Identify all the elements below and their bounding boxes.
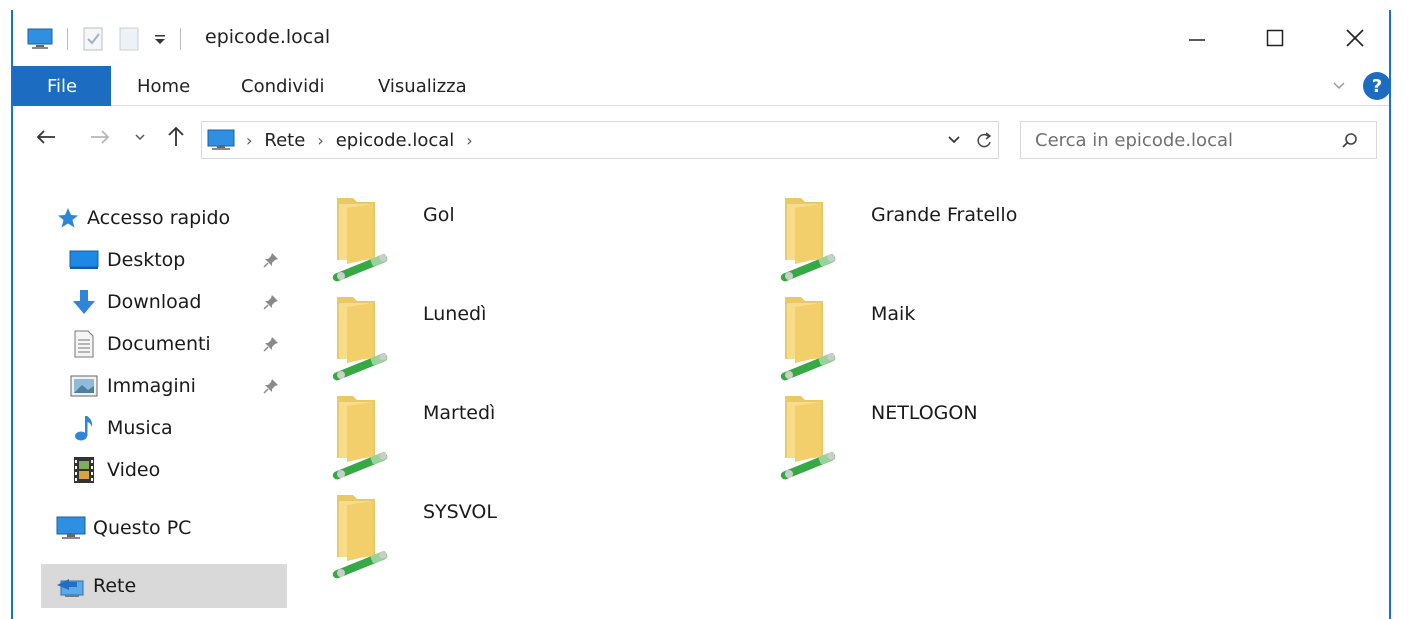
nav-video[interactable]: Video — [69, 452, 160, 488]
address-history-chevron-icon[interactable] — [944, 130, 964, 150]
refresh-icon[interactable] — [972, 128, 996, 152]
recent-locations-chevron-icon[interactable] — [129, 122, 151, 152]
tab-view[interactable]: Visualizza — [378, 66, 467, 106]
computer-icon[interactable] — [25, 24, 55, 54]
back-button[interactable] — [31, 122, 61, 152]
star-icon — [55, 203, 81, 233]
nav-documents[interactable]: Documenti — [69, 326, 211, 362]
customize-toolbar-icon[interactable] — [150, 25, 170, 53]
document-icon — [69, 329, 99, 359]
search-icon[interactable] — [1339, 130, 1361, 152]
new-folder-icon[interactable] — [116, 25, 142, 53]
window-title: epicode.local — [205, 26, 331, 48]
pin-icon[interactable] — [261, 292, 281, 312]
search-input[interactable]: Cerca in epicode.local — [1020, 121, 1377, 159]
nav-item-label: Documenti — [107, 333, 211, 355]
share-name: NETLOGON — [871, 402, 978, 424]
tab-file[interactable]: File — [13, 66, 111, 106]
share-name: Lunedì — [423, 303, 487, 325]
nav-item-label: Immagini — [107, 375, 196, 397]
network-icon — [55, 571, 87, 601]
nav-item-label: Rete — [93, 575, 137, 597]
share-name: Martedì — [423, 402, 496, 424]
tab-home[interactable]: Home — [137, 66, 190, 106]
shared-folder-icon — [775, 194, 845, 284]
maximize-button[interactable] — [1247, 18, 1303, 58]
nav-item-label: Musica — [107, 417, 173, 439]
nav-item-label: Desktop — [107, 249, 186, 271]
content-area: Gol Grande Fratello Lunedì Maik Martedì — [295, 168, 1391, 619]
nav-desktop[interactable]: Desktop — [69, 242, 185, 278]
navigation-bar: › Rete › epicode.local › Cerca in epicod… — [13, 114, 1389, 162]
breadcrumb-separator-icon[interactable]: › — [246, 131, 252, 150]
shared-folder-icon — [327, 392, 397, 482]
pin-icon[interactable] — [261, 376, 281, 396]
close-button[interactable] — [1327, 18, 1383, 58]
share-item[interactable]: Maik — [775, 293, 1205, 385]
share-item[interactable]: SYSVOL — [327, 491, 757, 583]
breadcrumb-network[interactable]: Rete — [264, 130, 305, 151]
nav-item-label: Accesso rapido — [87, 207, 231, 229]
share-name: Grande Fratello — [871, 204, 1018, 226]
shared-folder-icon — [327, 293, 397, 383]
expand-ribbon-chevron-icon[interactable] — [1329, 76, 1349, 96]
share-name: SYSVOL — [423, 501, 497, 523]
share-item[interactable]: Martedì — [327, 392, 757, 484]
film-icon — [69, 455, 99, 485]
download-arrow-icon — [69, 287, 99, 317]
shared-folder-icon — [775, 293, 845, 383]
nav-item-label: Download — [107, 291, 202, 313]
toolbar-separator — [180, 28, 181, 50]
nav-item-label: Video — [107, 459, 161, 481]
pin-icon[interactable] — [261, 250, 281, 270]
nav-network[interactable]: Rete — [41, 564, 287, 608]
breadcrumb-separator-icon[interactable]: › — [466, 131, 472, 150]
nav-item-label: Questo PC — [93, 517, 192, 539]
computer-icon — [206, 128, 236, 152]
nav-music[interactable]: Musica — [69, 410, 173, 446]
music-note-icon — [69, 413, 99, 443]
desktop-icon — [69, 245, 99, 275]
help-icon[interactable]: ? — [1363, 72, 1391, 100]
explorer-window: epicode.local File Home Condividi Visual… — [11, 10, 1391, 619]
pin-icon[interactable] — [261, 334, 281, 354]
shared-folder-icon — [327, 194, 397, 284]
title-bar: epicode.local — [13, 10, 1389, 66]
share-name: Gol — [423, 204, 455, 226]
breadcrumb-separator-icon[interactable]: › — [317, 131, 323, 150]
image-icon — [69, 371, 99, 401]
computer-icon — [55, 513, 87, 543]
breadcrumb-domain[interactable]: epicode.local — [336, 130, 455, 151]
up-button[interactable] — [161, 122, 191, 152]
share-item[interactable]: Gol — [327, 194, 757, 286]
minimize-button[interactable] — [1169, 18, 1225, 58]
shared-folder-icon — [327, 491, 397, 581]
share-name: Maik — [871, 303, 916, 325]
shared-folder-icon — [775, 392, 845, 482]
address-bar[interactable]: › Rete › epicode.local › — [201, 121, 999, 159]
navigation-pane: Accesso rapido Desktop Download Document… — [13, 168, 293, 619]
share-item[interactable]: NETLOGON — [775, 392, 1205, 484]
nav-this-pc[interactable]: Questo PC — [55, 510, 191, 546]
tab-share[interactable]: Condividi — [241, 66, 325, 106]
forward-button[interactable] — [85, 122, 115, 152]
nav-pictures[interactable]: Immagini — [69, 368, 196, 404]
quick-access-toolbar — [25, 24, 181, 54]
nav-download[interactable]: Download — [69, 284, 201, 320]
share-item[interactable]: Grande Fratello — [775, 194, 1205, 286]
ribbon: File Home Condividi Visualizza ? — [13, 66, 1391, 106]
nav-quick-access[interactable]: Accesso rapido — [55, 200, 230, 236]
share-item[interactable]: Lunedì — [327, 293, 757, 385]
properties-icon[interactable] — [80, 25, 106, 53]
toolbar-separator — [67, 28, 68, 50]
